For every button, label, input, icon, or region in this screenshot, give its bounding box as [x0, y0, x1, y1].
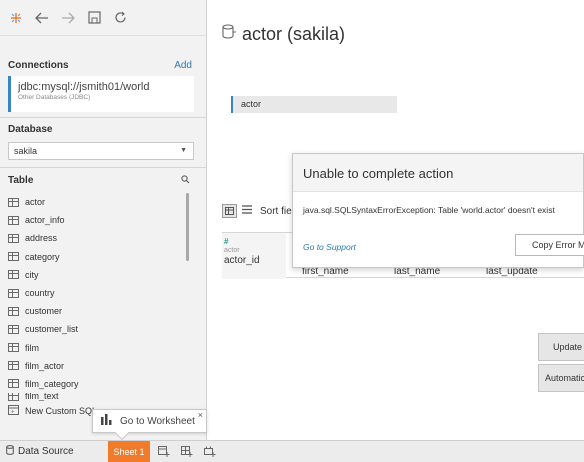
save-icon[interactable] [86, 10, 102, 26]
tableau-logo-icon[interactable] [8, 10, 24, 26]
datasource-icon [6, 445, 14, 458]
refresh-icon[interactable] [112, 10, 128, 26]
tooltip-label: Go to Worksheet [120, 415, 195, 427]
go-to-support-link[interactable]: Go to Support [303, 242, 356, 252]
table-item-label: actor [25, 197, 46, 208]
table-item-label: city [25, 269, 39, 280]
table-item[interactable]: country [8, 284, 184, 302]
toolbar [0, 0, 207, 36]
table-item-label: film_actor [25, 360, 65, 371]
back-arrow-icon[interactable] [34, 10, 50, 26]
canvas-table-pill[interactable]: actor [231, 96, 397, 113]
table-item-label: country [25, 288, 55, 299]
table-item[interactable]: customer [8, 302, 184, 320]
table-item-label: customer [25, 306, 63, 317]
table-item[interactable]: film_text [8, 393, 184, 402]
sheet-tab[interactable]: Sheet 1 [108, 441, 150, 462]
search-icon[interactable] [181, 175, 190, 187]
table-icon [8, 379, 19, 389]
number-type-icon[interactable]: # [224, 237, 284, 246]
copy-error-button[interactable]: Copy Error Message [515, 234, 584, 256]
add-connection-link[interactable]: Add [174, 60, 192, 71]
data-source-tab[interactable]: Data Source [0, 445, 100, 458]
table-list: actor actor_info address category city c… [8, 193, 184, 402]
table-item[interactable]: actor_info [8, 211, 184, 229]
table-item[interactable]: city [8, 266, 184, 284]
close-icon[interactable]: × [198, 410, 203, 420]
connection-name: jdbc:mysql://jsmith01/world [18, 81, 150, 93]
table-icon [8, 324, 19, 334]
data-source-tab-label: Data Source [18, 446, 74, 457]
divider [0, 117, 207, 118]
table-icon [8, 197, 19, 207]
table-icon [8, 306, 19, 316]
table-item[interactable]: customer_list [8, 320, 184, 338]
error-message: java.sql.SQLSyntaxErrorException: Table … [303, 205, 555, 215]
database-select[interactable]: sakila ▼ [8, 142, 194, 160]
column-name: actor_id [224, 255, 260, 266]
datasource-name[interactable]: actor (sakila) [242, 24, 345, 45]
table-heading: Table [8, 175, 34, 186]
go-to-worksheet-tooltip[interactable]: Go to Worksheet × [92, 409, 207, 441]
database-heading: Database [8, 124, 53, 135]
table-item-label: actor_info [25, 215, 65, 226]
table-icon [8, 252, 19, 262]
connections-heading: Connections [8, 60, 69, 71]
sheet-tab-bar: Data Source Sheet 1 [0, 440, 584, 462]
grid-view-button[interactable] [222, 204, 237, 218]
new-custom-sql-item[interactable]: + New Custom SQL [8, 405, 97, 417]
new-dashboard-icon[interactable] [178, 443, 196, 461]
database-select-value: sakila [14, 146, 38, 156]
table-item[interactable]: film_category [8, 375, 184, 393]
connection-type: Other Databases (JDBC) [18, 94, 91, 101]
new-worksheet-icon[interactable] [155, 443, 173, 461]
table-item[interactable]: film [8, 339, 184, 357]
table-item-label: film [25, 342, 39, 353]
data-source-pane: Connections Add jdbc:mysql://jsmith01/wo… [0, 0, 207, 440]
update-now-button[interactable]: Update Now [538, 333, 584, 361]
divider [0, 167, 207, 168]
table-icon [8, 393, 19, 402]
forward-arrow-icon[interactable] [60, 10, 76, 26]
column-header[interactable]: # actor actor_id [222, 233, 286, 279]
column-source: actor [224, 247, 240, 254]
table-icon [8, 288, 19, 298]
table-icon [8, 233, 19, 243]
table-item[interactable]: category [8, 248, 184, 266]
table-icon [8, 215, 19, 225]
custom-sql-icon: + [8, 405, 19, 417]
page-title: actor (sakila) [222, 24, 345, 45]
dialog-title: Unable to complete action [293, 154, 583, 192]
table-item-label: film_text [25, 393, 59, 402]
table-icon [8, 361, 19, 371]
chevron-down-icon: ▼ [180, 147, 187, 154]
automatically-update-button[interactable]: Automatically Update [538, 364, 584, 392]
table-icon [8, 343, 19, 353]
table-item[interactable]: film_actor [8, 357, 184, 375]
svg-text:+: + [11, 410, 15, 416]
new-story-icon[interactable] [201, 443, 219, 461]
table-item-label: customer_list [25, 324, 79, 335]
table-item[interactable]: address [8, 229, 184, 247]
list-view-icon[interactable] [242, 205, 252, 217]
connection-item[interactable]: jdbc:mysql://jsmith01/world Other Databa… [8, 76, 194, 112]
table-icon [8, 270, 19, 280]
table-list-scrollbar[interactable] [186, 193, 189, 261]
table-item-label: address [25, 233, 58, 244]
error-dialog: Unable to complete action java.sql.SQLSy… [292, 153, 584, 268]
new-custom-sql-label: New Custom SQL [25, 406, 98, 416]
table-item-label: film_category [25, 378, 79, 389]
table-item-label: category [25, 251, 60, 262]
table-item[interactable]: actor [8, 193, 184, 211]
datasource-icon [222, 24, 236, 45]
bar-chart-icon [101, 414, 113, 428]
